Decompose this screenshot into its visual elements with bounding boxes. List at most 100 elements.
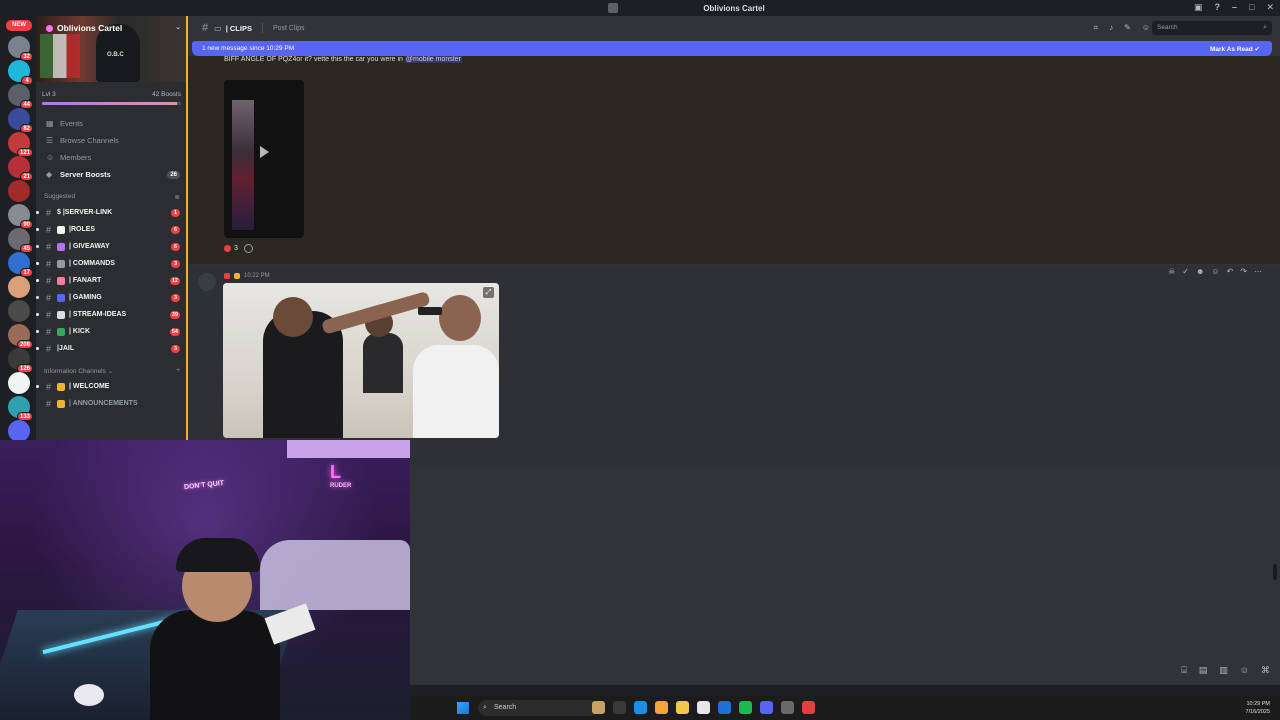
dismiss-icon[interactable]: ⊗: [175, 193, 180, 201]
server-rail: NEW 32 4 44 82 121 21 90 45 17 208 126 133: [0, 16, 36, 442]
add-reaction-icon[interactable]: [243, 244, 253, 253]
channel-item[interactable]: # | GIVEAWAY 6: [36, 238, 188, 255]
message-input-zone[interactable]: ⌸ ▤ ▥ ☺ ⌘: [410, 657, 1280, 685]
video-attachment[interactable]: [224, 80, 304, 238]
server-icon[interactable]: [8, 372, 30, 394]
scrollbar[interactable]: [1273, 564, 1277, 580]
sidebar-item-members[interactable]: ☺ Members: [36, 149, 188, 166]
mark-as-read-button[interactable]: Mark As Read ✔: [1210, 45, 1260, 53]
reaction-emoji-icon[interactable]: ☻: [1196, 267, 1204, 276]
forward-icon[interactable]: ↷: [1240, 267, 1247, 276]
sidebar-item-events[interactable]: ▦ Events: [36, 115, 188, 132]
user-mention[interactable]: @mobile monster: [404, 56, 462, 63]
windows-start-icon[interactable]: [457, 702, 469, 714]
add-reaction-icon[interactable]: ☺: [1211, 267, 1219, 276]
channel-item[interactable]: # | COMMANDS 3: [36, 255, 188, 272]
banner-text: O.B.C: [107, 52, 124, 58]
message-clip-2[interactable]: 10:22 PM ☠ ✓ ☻ ☺ ↶ ↷ ⋯ ⤢: [188, 265, 1280, 465]
server-banner[interactable]: O.B.C Oblivions Cartel ⌄: [36, 16, 188, 82]
sidebar-item-browse-channels[interactable]: ☰ Browse Channels: [36, 132, 188, 149]
message-clip-1[interactable]: BIFF ANGLE OF PQZ4or it? vette this the …: [188, 56, 1280, 264]
channel-item[interactable]: # |JAIL 3: [36, 340, 188, 357]
server-icon[interactable]: 21: [8, 156, 33, 181]
chevron-down-icon[interactable]: ⌄: [175, 23, 181, 31]
add-channel-icon[interactable]: +: [176, 367, 180, 374]
channel-item[interactable]: # | KICK 54: [36, 323, 188, 340]
boost-level-row[interactable]: Lvl 3 42 Boosts: [36, 82, 188, 98]
server-icon[interactable]: 126: [8, 348, 33, 373]
reaction-check-icon[interactable]: ✓: [1182, 267, 1189, 276]
taskbar-app-icon[interactable]: [655, 701, 668, 714]
channel-item[interactable]: # | FANART 12: [36, 272, 188, 289]
server-icon[interactable]: 44: [8, 84, 33, 109]
search-input[interactable]: Search ⌕: [1152, 21, 1272, 35]
server-name[interactable]: Oblivions Cartel: [46, 23, 122, 33]
taskbar-app-icon[interactable]: [802, 701, 815, 714]
channel-item[interactable]: # | GAMING 3: [36, 289, 188, 306]
taskbar-app-icon[interactable]: [760, 701, 773, 714]
sidebar-item-server-boosts[interactable]: ◆ Server Boosts 26: [36, 166, 188, 183]
taskbar-app-icon[interactable]: [697, 701, 710, 714]
section-information[interactable]: Information Channels ⌄ +: [36, 363, 188, 378]
reaction-skull-icon[interactable]: ☠: [1168, 267, 1175, 276]
server-icon[interactable]: [8, 180, 30, 202]
play-icon[interactable]: [260, 146, 269, 158]
server-icon[interactable]: [8, 300, 30, 322]
taskbar-search-label: Search: [494, 704, 517, 711]
avatar[interactable]: [198, 273, 216, 291]
expand-icon[interactable]: ⤢: [483, 287, 494, 298]
pinned-icon[interactable]: ✎: [1124, 23, 1131, 33]
server-icon[interactable]: 45: [8, 228, 33, 253]
server-icon[interactable]: 17: [8, 252, 33, 277]
streamer-cap: [176, 538, 260, 572]
emoji-icon[interactable]: ☺: [1240, 665, 1249, 676]
gift-icon[interactable]: ⌸: [1181, 665, 1186, 676]
server-icon[interactable]: 32: [8, 36, 33, 61]
gif-icon[interactable]: ▤: [1199, 665, 1208, 676]
taskbar-app-icon[interactable]: [676, 701, 689, 714]
server-icon[interactable]: 121: [8, 132, 33, 157]
server-icon[interactable]: 133: [8, 396, 33, 421]
neon-sign-right: L RUDER: [330, 462, 351, 489]
close-button[interactable]: ✕: [1266, 2, 1274, 13]
taskbar-search[interactable]: ⌕ Search: [478, 700, 598, 716]
figure-right: [413, 345, 499, 438]
image-attachment[interactable]: ⤢: [223, 283, 499, 438]
taskbar-app-icon[interactable]: [781, 701, 794, 714]
more-icon[interactable]: ⋯: [1254, 267, 1262, 276]
minimize-button[interactable]: –: [1232, 2, 1237, 13]
reply-icon[interactable]: ↶: [1227, 267, 1234, 276]
new-badge[interactable]: NEW: [6, 20, 32, 31]
reaction-heart[interactable]: 3: [224, 245, 238, 252]
channel-item[interactable]: # $ |SERVER-LINK 1: [36, 204, 188, 221]
taskbar-clock[interactable]: 10:29 PM 7/16/2025: [1246, 700, 1270, 716]
inbox-icon[interactable]: ▣: [1194, 2, 1203, 13]
server-icon[interactable]: 4: [8, 60, 33, 85]
server-icon[interactable]: 208: [8, 324, 33, 349]
sticker-icon[interactable]: ▥: [1219, 665, 1228, 676]
channel-item[interactable]: # | STREAM-IDEAS 39: [36, 306, 188, 323]
apps-icon[interactable]: ⌘: [1261, 665, 1270, 676]
notifications-icon[interactable]: ♪: [1109, 23, 1113, 33]
server-icon[interactable]: [8, 420, 30, 442]
taskbar-app-icon[interactable]: [739, 701, 752, 714]
server-icon[interactable]: 90: [8, 204, 33, 229]
taskbar-app-icon[interactable]: [634, 701, 647, 714]
server-icon[interactable]: 82: [8, 108, 33, 133]
help-icon[interactable]: ?: [1215, 2, 1221, 13]
channel-item[interactable]: # | ANNOUNCEMENTS: [36, 395, 188, 412]
taskbar-app-icon[interactable]: [613, 701, 626, 714]
member-list-icon[interactable]: ☺: [1142, 23, 1150, 33]
section-suggested[interactable]: Suggested ⊗: [36, 189, 188, 204]
mention-badge: 3: [171, 344, 180, 353]
channel-item[interactable]: # | WELCOME: [36, 378, 188, 395]
maximize-button[interactable]: □: [1249, 2, 1254, 13]
taskbar-app-icon[interactable]: [592, 701, 605, 714]
taskbar-app-icon[interactable]: [718, 701, 731, 714]
channel-item[interactable]: # |ROLES 6: [36, 221, 188, 238]
server-title-icon: [608, 3, 618, 13]
server-icon[interactable]: [8, 276, 30, 298]
new-message-bar[interactable]: 1 new message since 10:29 PM Mark As Rea…: [192, 41, 1272, 56]
channel-hash-icon: #: [202, 22, 209, 34]
threads-icon[interactable]: ⌗: [1094, 23, 1099, 33]
